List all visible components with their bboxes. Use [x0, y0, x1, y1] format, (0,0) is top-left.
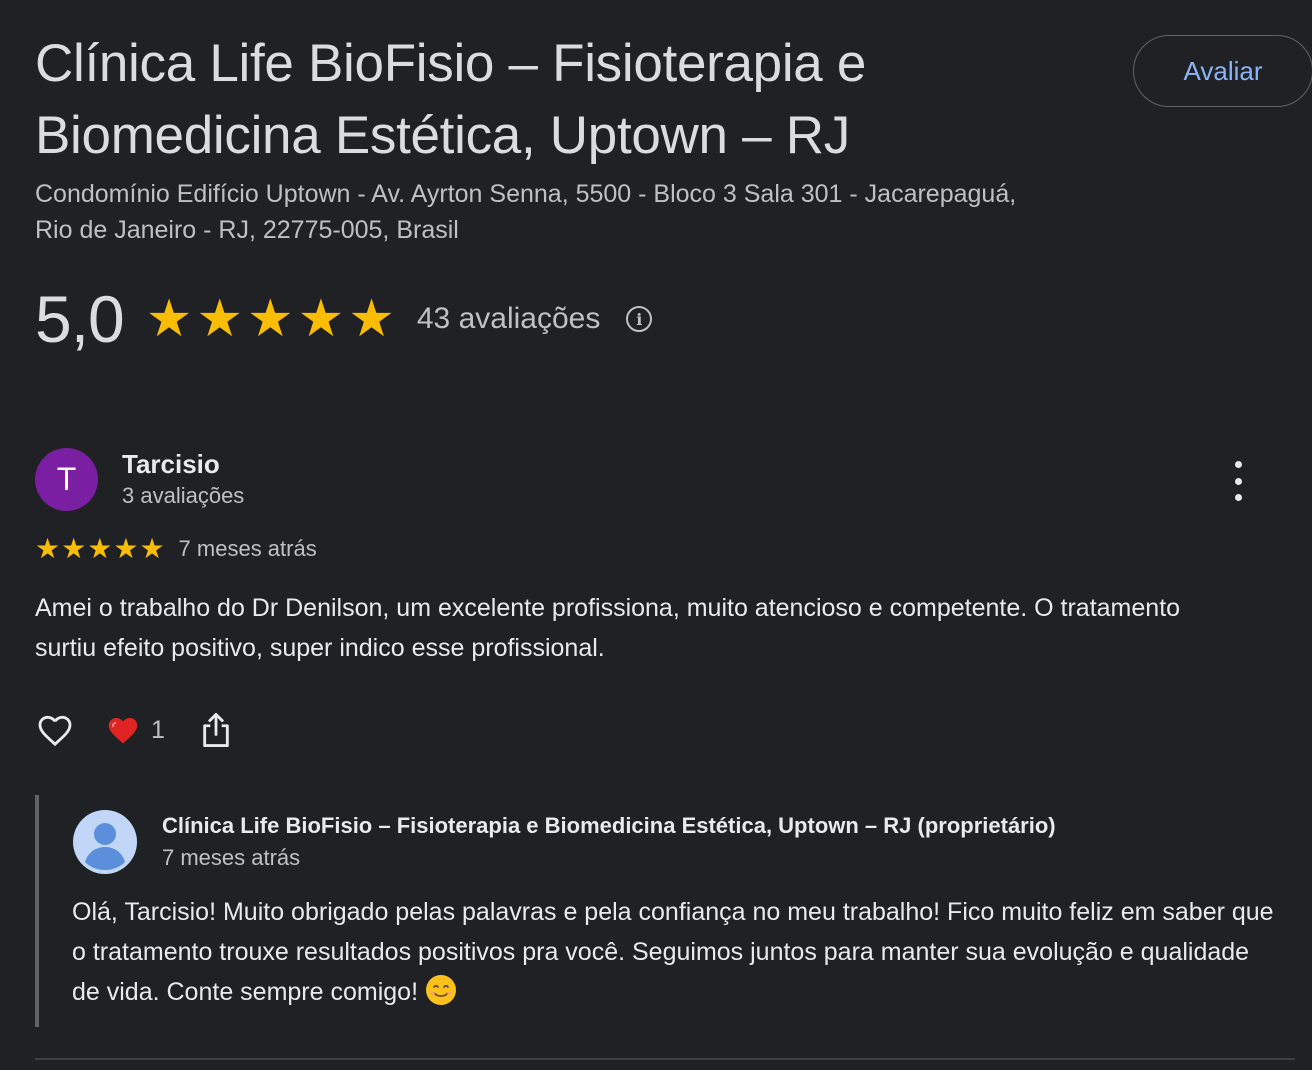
- review-date: 7 meses atrás: [178, 536, 317, 561]
- reviewer-review-count: 3 avaliações: [122, 483, 245, 508]
- average-stars: ★ ★ ★ ★ ★: [146, 289, 395, 349]
- red-heart-icon[interactable]: [105, 712, 141, 748]
- owner-reply-text: Olá, Tarcisio! Muito obrigado pelas pala…: [72, 892, 1282, 1012]
- share-icon[interactable]: [199, 710, 233, 750]
- review-rating-row: ★ ★ ★ ★ ★ 7 meses atrás: [35, 534, 317, 564]
- info-icon[interactable]: i: [626, 306, 653, 332]
- star-icon: ★: [348, 290, 395, 348]
- star-icon: ★: [139, 533, 165, 564]
- smiling-face-emoji: [425, 975, 456, 1005]
- rating-summary: 5,0 ★ ★ ★ ★ ★ 43 avaliações i: [35, 282, 653, 356]
- owner-reply: Clínica Life BioFisio – Fisioterapia e B…: [35, 795, 1275, 1027]
- place-header: Clínica Life BioFisio – Fisioterapia e B…: [35, 28, 1035, 248]
- owner-reply-date: 7 meses atrás: [162, 845, 301, 870]
- avatar[interactable]: T: [35, 448, 98, 511]
- star-icon: ★: [247, 290, 294, 348]
- reviewer-name[interactable]: Tarcisio: [122, 449, 220, 480]
- owner-reply-body: Olá, Tarcisio! Muito obrigado pelas pala…: [72, 898, 1274, 1006]
- average-score: 5,0: [35, 282, 125, 356]
- owner-name: Clínica Life BioFisio – Fisioterapia e B…: [162, 813, 1056, 838]
- star-icon: ★: [145, 290, 193, 348]
- review-text: Amei o trabalho do Dr Denilson, um excel…: [35, 594, 1181, 662]
- rate-button[interactable]: Avaliar: [1133, 35, 1312, 107]
- place-address: Condomínio Edifício Uptown - Av. Ayrton …: [35, 180, 1017, 244]
- review-count: 43 avaliações: [416, 302, 601, 335]
- divider: [35, 1058, 1295, 1060]
- review-actions: 1: [35, 710, 233, 750]
- more-options-icon[interactable]: [1225, 461, 1251, 501]
- star-icon: ★: [196, 290, 243, 348]
- owner-avatar-icon[interactable]: [73, 810, 137, 874]
- heart-outline-icon[interactable]: [35, 710, 75, 750]
- star-icon: ★: [297, 290, 345, 348]
- review-stars: ★ ★ ★ ★ ★: [35, 534, 165, 564]
- place-title: Clínica Life BioFisio – Fisioterapia e B…: [35, 34, 867, 165]
- star-icon: ★: [35, 533, 61, 564]
- star-icon: ★: [61, 533, 87, 564]
- star-icon: ★: [113, 533, 139, 564]
- star-icon: ★: [87, 533, 113, 564]
- reaction-count: 1: [151, 715, 165, 744]
